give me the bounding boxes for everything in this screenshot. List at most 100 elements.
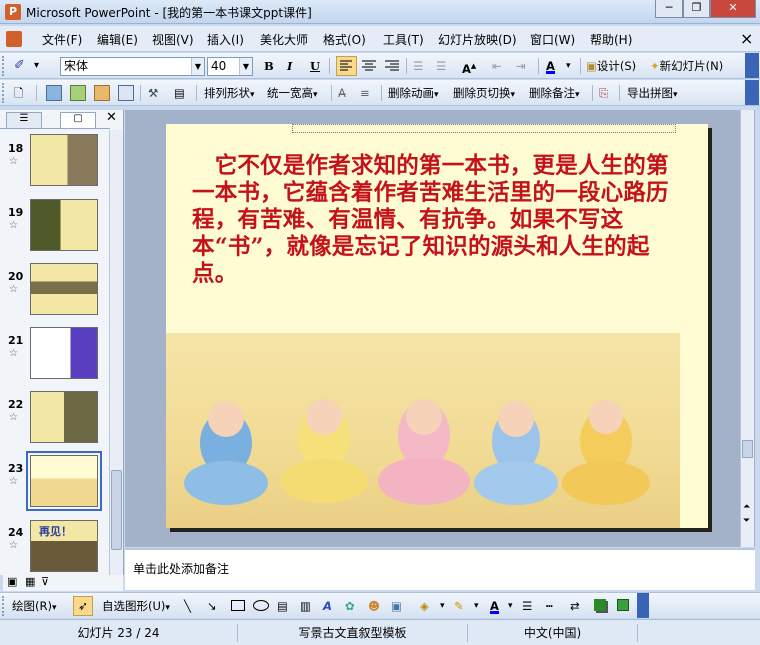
text-style-icon[interactable]: A̶	[338, 84, 346, 102]
font-size-combo[interactable]: 40 ▼	[207, 57, 253, 76]
underline-button[interactable]: U	[310, 57, 320, 75]
menu-help[interactable]: 帮助(H)	[590, 31, 632, 48]
menu-edit[interactable]: 编辑(E)	[97, 31, 138, 48]
italic-button[interactable]: I	[287, 57, 292, 75]
delete-notes-button[interactable]: 删除备注▾	[529, 84, 580, 102]
slide-thumbnail-21[interactable]	[30, 327, 98, 379]
new-slide-button[interactable]: ✦新幻灯片(N)	[650, 57, 723, 75]
minimize-button[interactable]: ─	[655, 0, 683, 18]
slideshow-view-icon[interactable]: ⊽	[41, 575, 49, 588]
layout-icon[interactable]	[118, 85, 134, 101]
slide-body-text[interactable]: 它不仅是作者求知的第一本书，更是人生的第一本书，它蕴含着作者苦难生活里的一段心路…	[192, 153, 678, 288]
font-name-combo[interactable]: 宋体 ▼	[60, 57, 205, 76]
unify-size-button[interactable]: 统一宽高▾	[267, 84, 318, 102]
next-slide-icon[interactable]: ⏷	[743, 516, 750, 526]
previous-slide-icon[interactable]: ⏶	[743, 502, 750, 512]
insert-picture-icon[interactable]: ▣	[391, 597, 402, 615]
outline-tab[interactable]: ☰	[6, 112, 42, 128]
fill-color-icon[interactable]: ◈	[420, 597, 429, 615]
align-left-button[interactable]	[336, 56, 357, 76]
slide-sorter-icon[interactable]: ▦	[25, 575, 35, 588]
image-icon[interactable]	[70, 85, 86, 101]
new-document-icon[interactable]: 🗋	[14, 84, 23, 102]
wordart-icon[interactable]: A	[323, 597, 332, 615]
export-collage-button[interactable]: 导出拼图▾	[627, 84, 678, 102]
shadow-style-icon[interactable]	[594, 599, 606, 611]
rectangle-icon[interactable]	[231, 600, 245, 611]
design-button[interactable]: ▣设计(S)	[586, 57, 636, 75]
document-icon[interactable]	[6, 31, 22, 47]
diagram-icon[interactable]: ✿	[345, 597, 355, 615]
font-color-icon[interactable]: A	[546, 57, 555, 74]
slides-tab[interactable]: ▢	[60, 112, 96, 128]
toolbar-grip[interactable]	[2, 56, 6, 76]
increase-font-icon[interactable]: A▲	[462, 57, 476, 76]
chevron-down-icon[interactable]: ▼	[191, 58, 204, 75]
chevron-down-icon[interactable]: ▼	[239, 58, 252, 75]
bold-button[interactable]: B	[264, 57, 274, 75]
toolbar-overflow-icon[interactable]	[745, 53, 759, 78]
page-icon[interactable]: ▤	[174, 84, 185, 102]
placeholder-frame[interactable]	[292, 124, 676, 133]
delete-animation-button[interactable]: 删除动画▾	[388, 84, 439, 102]
menu-insert[interactable]: 插入(I)	[207, 31, 244, 48]
toolbar-options-icon[interactable]: ▾	[34, 57, 39, 75]
vertical-text-box-icon[interactable]: ▥	[300, 597, 311, 615]
chevron-down-icon[interactable]: ▾	[474, 597, 479, 615]
main-scrollbar[interactable]: ⏶ ⏷	[740, 110, 754, 547]
menu-window[interactable]: 窗口(W)	[530, 31, 575, 48]
toolbar-overflow-icon[interactable]	[637, 593, 649, 618]
magic-wand-icon[interactable]: ⚒	[148, 84, 158, 102]
line-style-icon[interactable]: ☰	[522, 597, 532, 615]
scroll-thumb[interactable]	[742, 440, 753, 458]
text-box-icon[interactable]: ▤	[277, 597, 288, 615]
photo-icon[interactable]	[94, 85, 110, 101]
menu-format[interactable]: 格式(O)	[323, 31, 366, 48]
oval-icon[interactable]	[253, 600, 269, 611]
chevron-down-icon[interactable]: ▾	[440, 597, 445, 615]
draw-menu-button[interactable]: 绘图(R)▾	[12, 597, 57, 615]
chevron-down-icon[interactable]: ▾	[566, 57, 571, 75]
increase-indent-icon[interactable]: ⇥	[516, 57, 526, 75]
decrease-indent-icon[interactable]: ⇤	[492, 57, 502, 75]
line-color-icon[interactable]: ✎	[454, 597, 464, 615]
menu-view[interactable]: 视图(V)	[152, 31, 194, 48]
menu-file[interactable]: 文件(F)	[42, 31, 82, 48]
slide-thumbnail-20[interactable]	[30, 263, 98, 315]
document-close-button[interactable]: ×	[740, 29, 753, 48]
numbered-list-icon[interactable]: ☰	[413, 57, 423, 75]
select-pointer-button[interactable]: ➶	[73, 596, 93, 616]
chevron-down-icon[interactable]: ▾	[508, 597, 513, 615]
list-style-icon[interactable]: ≡	[360, 84, 370, 102]
slide-thumbnail-23[interactable]	[30, 455, 98, 507]
slide-thumbnail-22[interactable]	[30, 391, 98, 443]
menu-tools[interactable]: 工具(T)	[383, 31, 424, 48]
toolbar-grip[interactable]	[2, 83, 6, 103]
restore-button[interactable]: ❐	[683, 0, 710, 18]
toolbar-overflow-icon[interactable]	[745, 80, 759, 105]
menu-beautify[interactable]: 美化大师	[260, 31, 308, 48]
slide-thumbnail-18[interactable]	[30, 134, 98, 186]
normal-view-icon[interactable]: ▣	[7, 575, 17, 588]
arrange-shapes-button[interactable]: 排列形状▾	[204, 84, 255, 102]
slide-thumbnail-19[interactable]	[30, 199, 98, 251]
line-icon[interactable]: ╲	[184, 597, 191, 615]
panel-scrollbar[interactable]	[109, 130, 123, 575]
babies-photo[interactable]	[166, 333, 680, 528]
align-right-icon[interactable]	[383, 57, 401, 78]
panel-close-icon[interactable]: ✕	[106, 110, 117, 125]
menu-slideshow[interactable]: 幻灯片放映(D)	[438, 31, 517, 48]
font-color-icon[interactable]: A	[490, 597, 499, 614]
format-painter-icon[interactable]: ✐	[14, 57, 25, 75]
autoshapes-button[interactable]: 自选图形(U)▾	[102, 597, 170, 615]
arrow-style-icon[interactable]: ⇄	[570, 597, 580, 615]
bullet-list-icon[interactable]: ☰	[436, 57, 446, 75]
delete-transition-button[interactable]: 删除页切换▾	[453, 84, 515, 102]
dash-style-icon[interactable]: ┅	[546, 597, 553, 615]
scroll-thumb[interactable]	[111, 470, 122, 550]
3d-style-icon[interactable]	[617, 599, 629, 611]
picture-icon[interactable]	[46, 85, 62, 101]
export-icon[interactable]: ⎘	[599, 84, 608, 102]
clipart-icon[interactable]: ☻	[368, 597, 380, 615]
toolbar-grip[interactable]	[2, 596, 6, 616]
